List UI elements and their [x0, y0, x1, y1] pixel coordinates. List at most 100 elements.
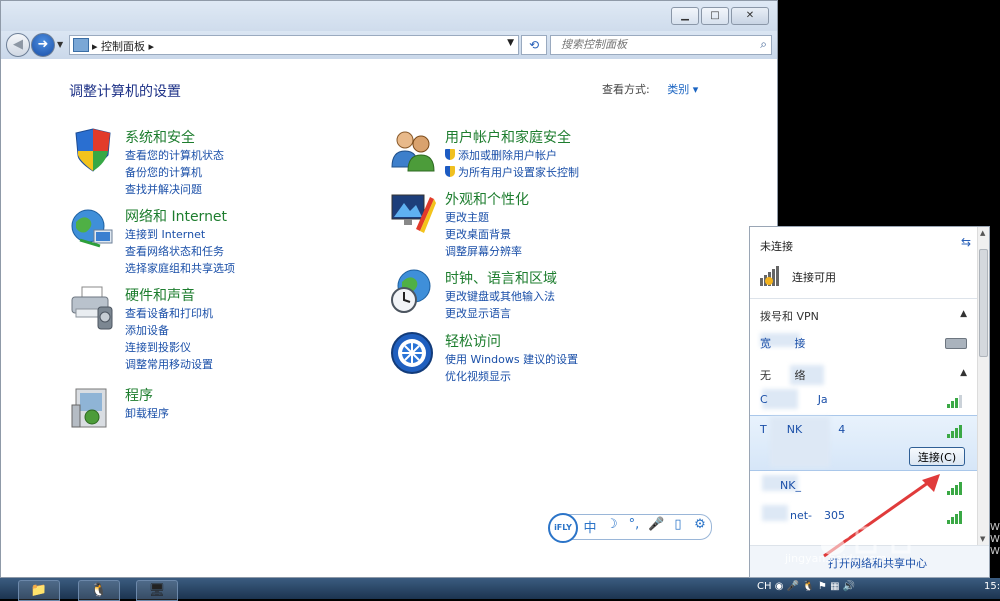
link-screen-resolution[interactable]: 调整屏幕分辨率 [445, 243, 522, 260]
category-title[interactable]: 硬件和声音 [125, 285, 195, 305]
settings-gear-icon[interactable]: ⚙ [692, 517, 708, 536]
monitor-icon [391, 194, 436, 233]
forward-button[interactable]: ➜ [31, 33, 55, 57]
breadcrumb-control-panel[interactable]: 控制面板 [101, 40, 145, 53]
link-backup-computer[interactable]: 备份您的计算机 [125, 164, 224, 181]
category-title[interactable]: 外观和个性化 [445, 189, 529, 209]
ifly-logo[interactable]: iFLY [548, 513, 578, 543]
search-box: ⌕ [550, 35, 772, 55]
punctuation-icon[interactable]: °, [626, 517, 642, 536]
collapse-arrow-icon[interactable]: ▲ [960, 309, 967, 319]
taskbar-qq-icon[interactable]: 🐧 [78, 580, 120, 601]
connections-available: 连接可用 [792, 271, 836, 284]
category-title[interactable]: 轻松访问 [445, 331, 501, 351]
tray-flag-icon[interactable]: ⚑ [818, 581, 827, 592]
ime-mode-toggle[interactable]: 中 [582, 517, 598, 536]
clock-globe-icon [391, 269, 431, 313]
microphone-icon[interactable]: 🎤 [648, 517, 664, 536]
link-troubleshoot[interactable]: 查找并解决问题 [125, 181, 224, 198]
link-parental-controls[interactable]: 为所有用户设置家长控制 [445, 164, 579, 181]
control-panel-icon [73, 38, 89, 52]
link-network-status[interactable]: 查看网络状态和任务 [125, 243, 235, 260]
breadcrumb-separator-icon: ▸ [145, 40, 155, 53]
refresh-button[interactable]: ⟲ [521, 35, 547, 55]
divider [750, 298, 989, 299]
uac-shield-icon [445, 149, 455, 160]
title-bar[interactable]: ▁ □ ✕ [1, 1, 777, 31]
collapse-arrow-icon[interactable]: ▲ [960, 368, 967, 378]
printer-icon [71, 286, 113, 330]
address-dropdown-icon[interactable]: ▼ [507, 38, 514, 48]
link-change-background[interactable]: 更改桌面背景 [445, 226, 522, 243]
scroll-up-icon[interactable]: ▲ [980, 229, 985, 237]
wireless-section[interactable]: 无 络 [760, 367, 806, 383]
link-change-display-language[interactable]: 更改显示语言 [445, 305, 555, 322]
globe-network-icon [71, 209, 113, 248]
category-title[interactable]: 程序 [125, 385, 153, 405]
search-icon[interactable]: ⌕ [760, 37, 767, 52]
back-button[interactable]: ◀ [6, 33, 30, 57]
users-icon [391, 131, 435, 172]
link-uninstall-program[interactable]: 卸载程序 [125, 405, 169, 422]
taskbar: 📁 🐧 🖥 CH ◉ 🎤 🐧 ⚑ ▦ 🔊 15: [0, 578, 1000, 601]
maximize-button[interactable]: □ [701, 7, 729, 25]
link-devices-printers[interactable]: 查看设备和打印机 [125, 305, 213, 322]
background-window-text: Win Win Win [990, 522, 1000, 557]
link-change-theme[interactable]: 更改主题 [445, 209, 522, 226]
half-width-moon-icon[interactable]: ☽ [604, 517, 620, 536]
view-by-label: 查看方式: [602, 83, 650, 96]
link-connect-internet[interactable]: 连接到 Internet [125, 226, 235, 243]
minimize-button[interactable]: ▁ [671, 7, 699, 25]
dialup-vpn-section[interactable]: 拨号和 VPN [760, 308, 819, 324]
available-signal-icon [760, 266, 779, 286]
link-optimize-video[interactable]: 优化视频显示 [445, 368, 578, 385]
window-controls: ▁ □ ✕ [671, 7, 769, 25]
system-tray: CH ◉ 🎤 🐧 ⚑ ▦ 🔊 [757, 581, 855, 592]
link-change-keyboard[interactable]: 更改键盘或其他输入法 [445, 288, 555, 305]
taskbar-explorer-icon[interactable]: 📁 [18, 580, 60, 601]
category-title[interactable]: 用户帐户和家庭安全 [445, 127, 571, 147]
tray-network-icon[interactable]: ▦ [830, 581, 839, 592]
category-title[interactable]: 网络和 Internet [125, 206, 227, 226]
tray-volume-icon[interactable]: 🔊 [843, 581, 855, 592]
link-add-device[interactable]: 添加设备 [125, 322, 213, 339]
link-add-remove-accounts[interactable]: 添加或删除用户帐户 [445, 147, 579, 164]
scroll-down-icon[interactable]: ▼ [980, 535, 985, 543]
control-panel-content: 调整计算机的设置 查看方式: 类别 ▾ 系统和安全 查看您的计算机状态 备份您的… [1, 59, 777, 577]
link-mobility-settings[interactable]: 调整常用移动设置 [125, 356, 213, 373]
category-title[interactable]: 时钟、语言和区域 [445, 268, 557, 288]
tray-microphone-icon[interactable]: 🎤 [787, 581, 799, 592]
wifi-network-2[interactable]: T NK 4 [760, 423, 845, 436]
link-view-computer-status[interactable]: 查看您的计算机状态 [125, 147, 224, 164]
link-connect-projector[interactable]: 连接到投影仪 [125, 339, 213, 356]
recent-pages-dropdown[interactable]: ▼ [57, 40, 63, 49]
wifi-network-1[interactable]: C Ja [760, 393, 828, 406]
search-input[interactable] [559, 37, 743, 52]
tray-ime-icon[interactable]: ◉ [775, 581, 784, 592]
category-title[interactable]: 系统和安全 [125, 127, 195, 147]
refresh-networks-icon[interactable]: ⇆ [961, 235, 971, 249]
connect-button[interactable]: 连接(C) [909, 447, 965, 466]
link-homegroup[interactable]: 选择家庭组和共享选项 [125, 260, 235, 277]
tray-qq-icon[interactable]: 🐧 [802, 581, 814, 592]
input-language-indicator[interactable]: CH [757, 581, 772, 592]
link-recommended-settings[interactable]: 使用 Windows 建议的设置 [445, 351, 578, 368]
address-bar[interactable]: ▸ 控制面板 ▸ ▼ [69, 35, 519, 55]
shield-icon [75, 128, 111, 172]
baidu-watermark-logo [816, 525, 911, 555]
scroll-thumb[interactable] [979, 249, 988, 357]
view-by-dropdown[interactable]: 类别 ▾ [667, 83, 698, 96]
flyout-scrollbar[interactable]: ▲ ▼ [977, 227, 989, 577]
soft-keyboard-icon[interactable]: ▯ [670, 517, 686, 536]
modem-icon [945, 338, 967, 349]
close-button[interactable]: ✕ [731, 7, 769, 25]
navigation-bar: ◀ ➜ ▼ ▸ 控制面板 ▸ ▼ ⟲ ⌕ [1, 31, 777, 59]
ease-of-access-icon [391, 332, 433, 374]
view-by: 查看方式: 类别 ▾ [602, 81, 698, 97]
wifi-signal-icon [947, 425, 962, 438]
taskbar-control-panel-icon[interactable]: 🖥 [136, 580, 178, 601]
wifi-network-3[interactable]: NK_ [780, 479, 801, 492]
wifi-signal-icon [947, 395, 962, 408]
taskbar-clock[interactable]: 15: [984, 581, 1000, 592]
uac-shield-icon [445, 166, 455, 177]
